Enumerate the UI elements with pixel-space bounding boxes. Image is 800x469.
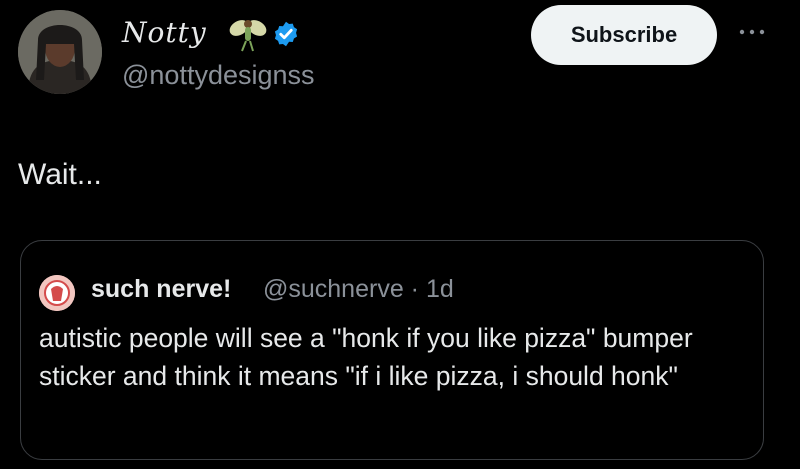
quoted-tweet[interactable]: such nerve! @suchnerve · 1d autistic peo… — [20, 240, 764, 460]
more-options-icon[interactable] — [737, 22, 767, 42]
author-handle[interactable]: @nottydesignss — [122, 60, 315, 91]
quoted-display-name[interactable]: such nerve! — [91, 275, 231, 304]
quoted-tweet-text: autistic people will see a "honk if you … — [39, 323, 693, 391]
subscribe-button[interactable]: Subscribe — [531, 5, 717, 65]
verified-badge-icon[interactable] — [272, 20, 300, 48]
avatar-image — [18, 10, 102, 94]
quoted-author-avatar[interactable] — [39, 275, 75, 311]
fairy-icon — [229, 20, 267, 52]
author-display-name[interactable]: Notty — [122, 16, 207, 49]
avatar-image — [39, 275, 75, 311]
author-avatar[interactable] — [18, 10, 102, 94]
quoted-handle-time[interactable]: @suchnerve · 1d — [263, 275, 454, 304]
tweet-text: Wait... — [18, 158, 102, 191]
